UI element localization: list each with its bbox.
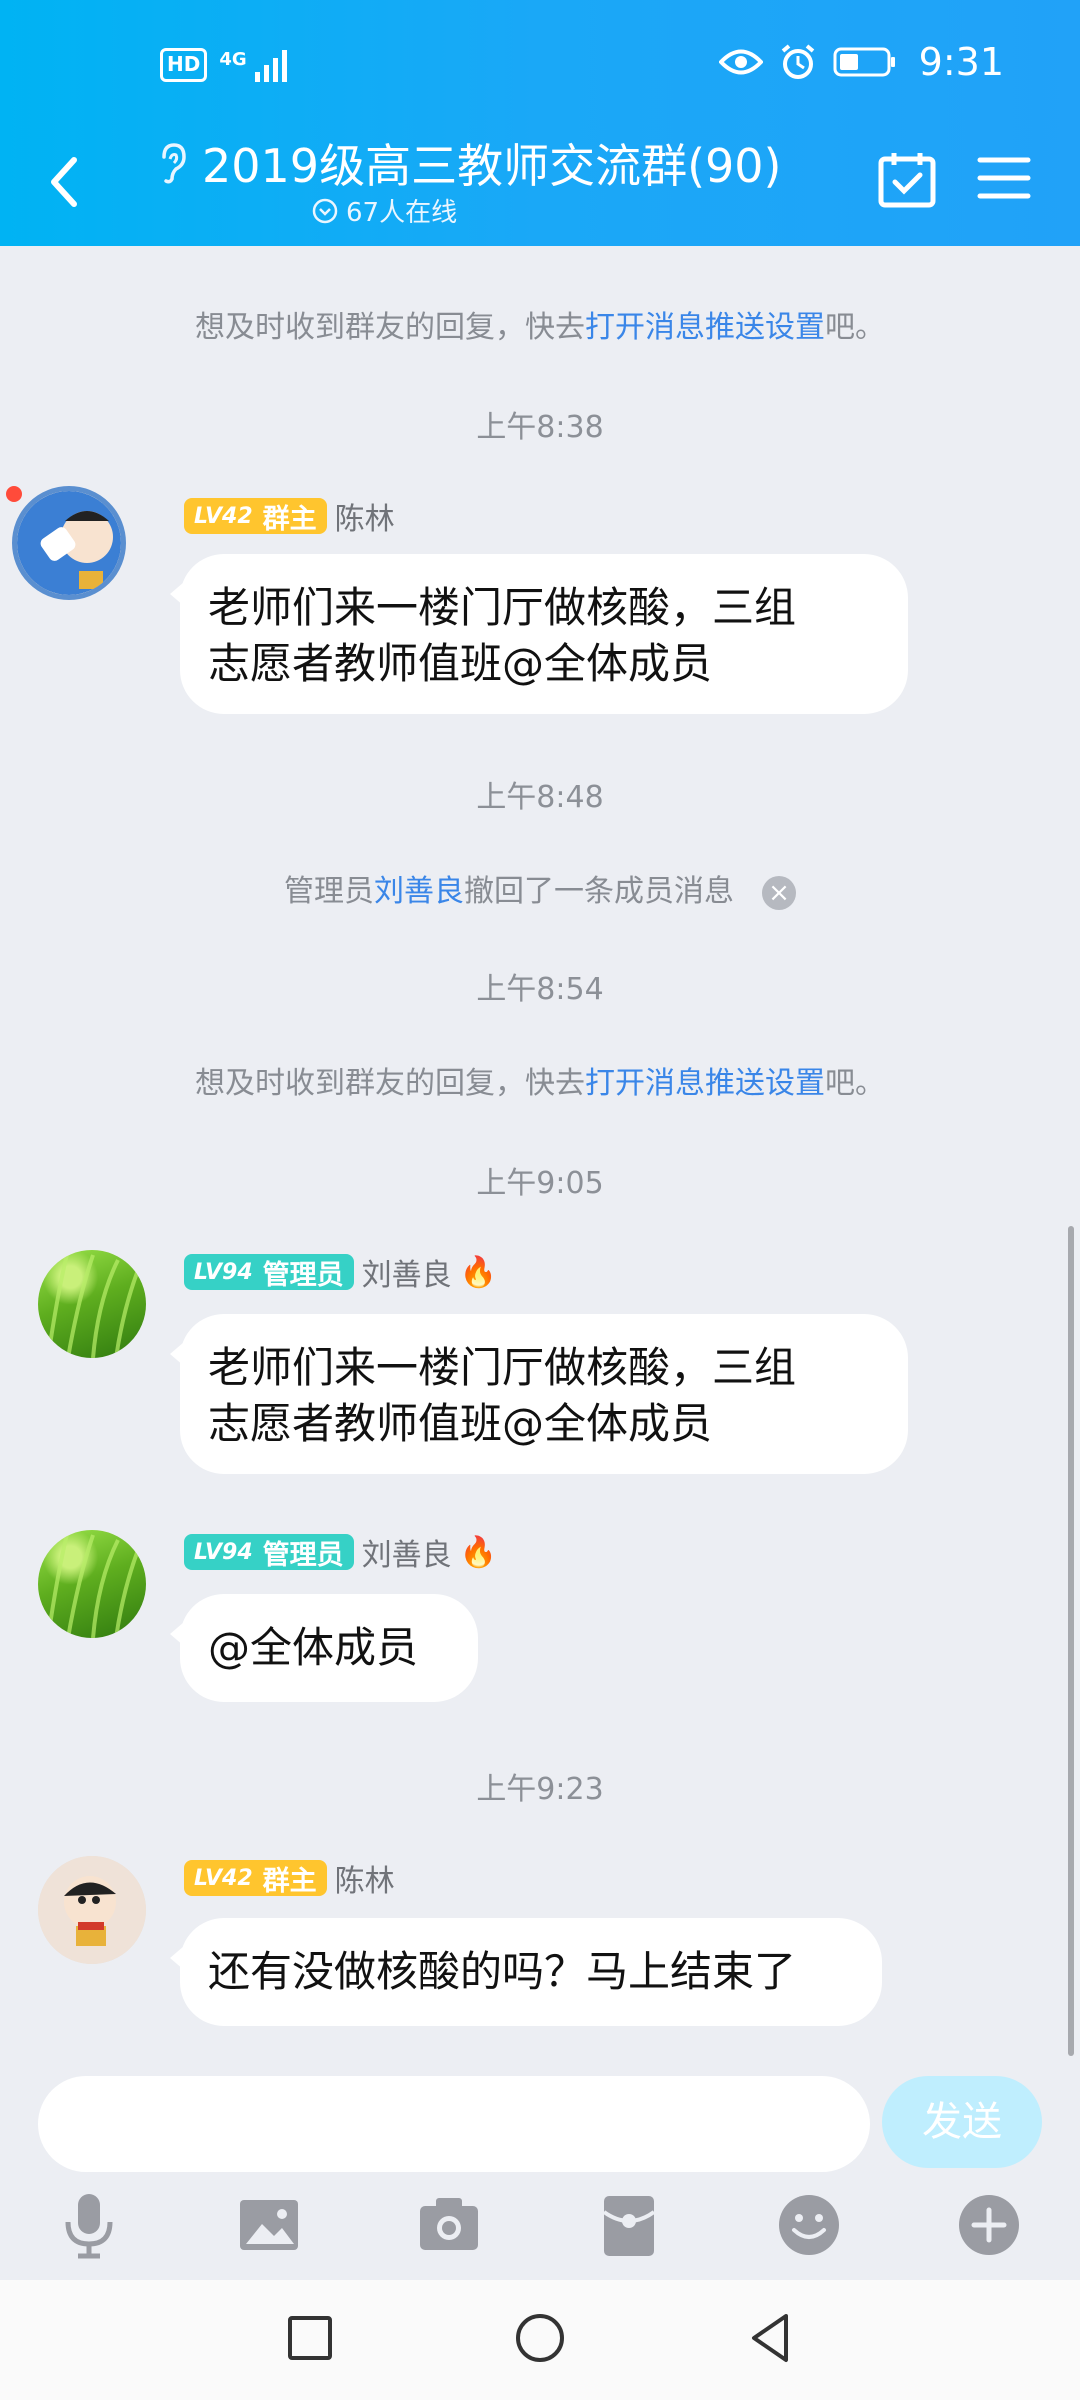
plus-icon[interactable]	[954, 2190, 1024, 2260]
back-arrow-icon[interactable]	[44, 152, 84, 212]
home-icon[interactable]	[510, 2308, 570, 2368]
message-bubble[interactable]: 还有没做核酸的吗？马上结束了	[170, 1918, 882, 2026]
header: HD 4G 9:31 2019级高三教师交流群(90) 67人在线	[0, 0, 1080, 246]
chevron-circle-icon	[312, 198, 338, 223]
timestamp: 上午9:05	[476, 1166, 604, 1201]
mic-icon[interactable]	[54, 2190, 124, 2260]
status-bar: HD 4G 9:31	[0, 0, 1080, 136]
group-title: 2019级高三教师交流群(90)	[202, 139, 782, 193]
push-settings-link[interactable]: 打开消息推送设置	[585, 310, 825, 345]
message-bubble[interactable]: 老师们来一楼门厅做核酸，三组 志愿者教师值班@全体成员	[170, 554, 908, 714]
timestamp: 上午8:48	[476, 780, 604, 815]
alarm-icon	[781, 44, 814, 79]
menu-icon[interactable]	[976, 154, 1032, 202]
push-notice: 想及时收到群友的回复，快去打开消息推送设置吧。	[195, 1066, 885, 1101]
push-settings-link[interactable]: 打开消息推送设置	[585, 1066, 825, 1101]
image-icon[interactable]	[234, 2190, 304, 2260]
avatar[interactable]	[38, 1530, 146, 1638]
network-type: 4G	[219, 49, 247, 70]
sender-name: 陈林	[334, 502, 395, 537]
ear-icon	[162, 143, 186, 184]
camera-icon[interactable]	[414, 2190, 484, 2260]
sender-name: 陈林	[334, 1864, 395, 1899]
eye-icon	[718, 49, 763, 75]
send-button[interactable]: 发送	[882, 2076, 1042, 2168]
recent-apps-icon[interactable]	[280, 2308, 340, 2368]
level-badge: LV42 群主	[184, 1860, 327, 1897]
online-count: 67人在线	[346, 198, 458, 228]
scrollbar[interactable]	[1068, 1226, 1074, 2056]
online-status: 67人在线	[312, 192, 457, 229]
avatar[interactable]	[12, 486, 126, 600]
level-badge: LV94 管理员	[184, 1254, 354, 1291]
message-input[interactable]	[38, 2076, 870, 2172]
emoji-icon[interactable]	[774, 2190, 844, 2260]
input-toolbar	[0, 2186, 1080, 2276]
avatar[interactable]	[38, 1250, 146, 1358]
level-badge: LV42 群主	[184, 498, 327, 535]
close-icon[interactable]: ×	[762, 875, 796, 910]
system-nav-bar	[0, 2280, 1080, 2400]
avatar[interactable]	[38, 1856, 146, 1964]
timestamp: 上午8:54	[476, 972, 604, 1007]
sender-name: 刘善良	[361, 1258, 452, 1293]
message-bubble[interactable]: @全体成员	[170, 1594, 478, 1702]
hd-badge: HD	[160, 48, 208, 82]
push-notice: 想及时收到群友的回复，快去打开消息推送设置吧。	[195, 310, 885, 345]
timestamp: 上午9:23	[476, 1772, 604, 1807]
unread-dot	[6, 486, 22, 502]
chat-title-area[interactable]: 2019级高三教师交流群(90)	[158, 130, 798, 196]
recaller-name[interactable]: 刘善良	[374, 874, 464, 909]
red-packet-icon[interactable]	[594, 2190, 664, 2260]
title-bar: 2019级高三教师交流群(90) 67人在线	[0, 130, 1080, 246]
message-bubble[interactable]: 老师们来一楼门厅做核酸，三组 志愿者教师值班@全体成员	[170, 1314, 908, 1474]
calendar-check-icon[interactable]	[878, 150, 936, 208]
clock: 9:31	[918, 40, 1004, 84]
level-badge: LV94 管理员	[184, 1534, 354, 1571]
sender-name: 刘善良	[361, 1538, 452, 1573]
battery-icon	[833, 47, 895, 77]
back-icon[interactable]	[740, 2308, 800, 2368]
fire-icon: 🔥	[459, 1534, 497, 1570]
timestamp: 上午8:38	[476, 410, 604, 445]
fire-icon: 🔥	[459, 1254, 497, 1290]
signal-icon	[254, 50, 287, 82]
recall-notice: 管理员刘善良撤回了一条成员消息 ×	[0, 866, 1080, 910]
